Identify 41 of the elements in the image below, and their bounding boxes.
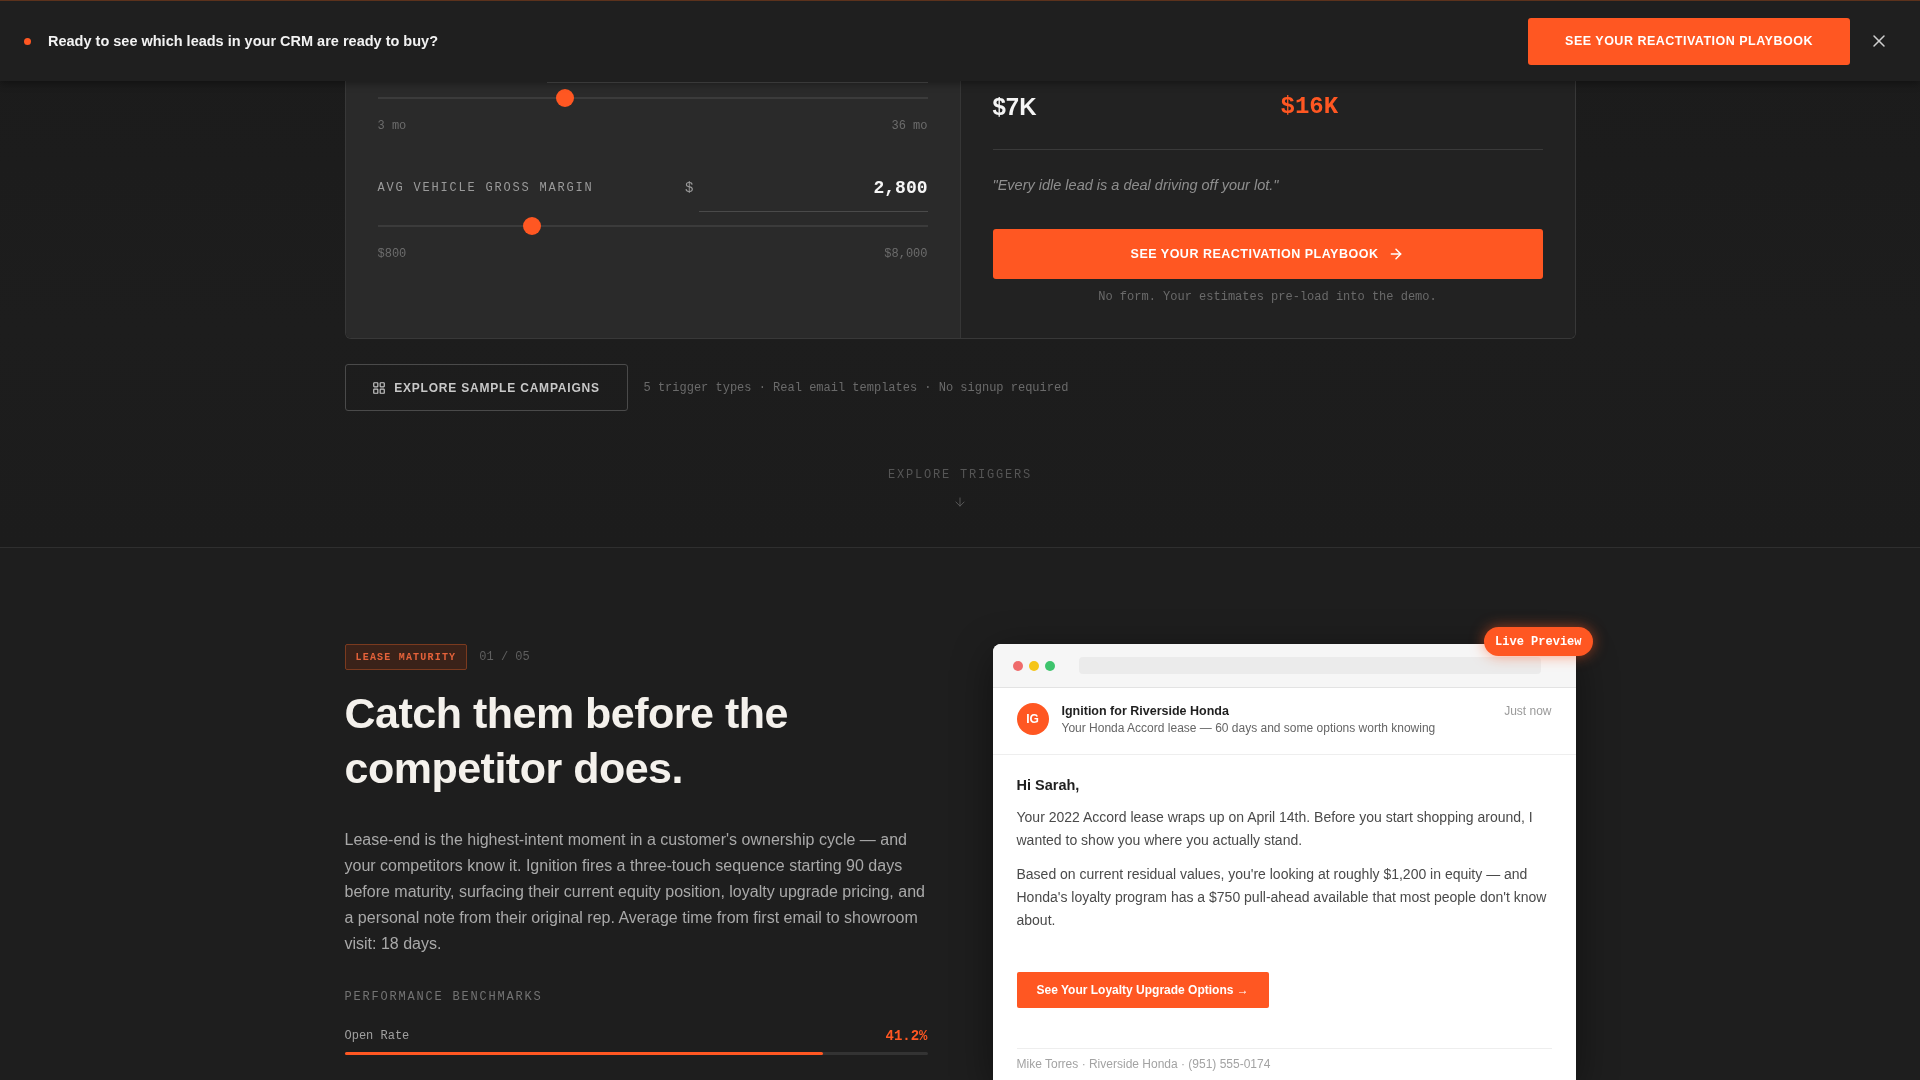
explore-caption: 5 trigger types · Real email templates · No signup required — [643, 380, 1069, 395]
email-paragraph: Based on current residual values, you're looking at roughly $1,200 in equity — and Honda's loyalty program has a $750 pull-ahead available that most people don't know about. — [1016, 865, 1548, 930]
explore-campaigns-button[interactable]: EXPLORE SAMPLE CAMPAIGNS — [344, 364, 628, 411]
slider-thumb[interactable] — [522, 217, 541, 235]
quote-text: "Every idle lead is a deal driving off your lot." — [992, 176, 1280, 195]
loyalty-options-button[interactable]: See Your Loyalty Upgrade Options → — [1016, 972, 1269, 1008]
scroll-hint-text: EXPLORE TRIGGERS — [888, 467, 1032, 483]
playbook-button[interactable]: SEE YOUR REACTIVATION PLAYBOOK — [992, 229, 1543, 279]
note-text: No form. Your estimates pre-load into the demo. — [1097, 289, 1438, 305]
email-greeting: Hi Sarah, — [1016, 776, 1081, 795]
section-description: Lease-end is the highest-intent moment in a customer's ownership cycle — and your competitors know it. Ignition fires a three-touch sequence starting 90 days before maturity, surfacing their current equity position, loyalty upgrade pricing, and a personal note from their original rep. Average time from first email to showroom visit: 18 days. — [344, 830, 926, 954]
range-max-label: 36 mo — [891, 118, 928, 134]
section-heading: Catch them before the competitor does. — [344, 688, 789, 794]
benchmarks-title: PERFORMANCE BENCHMARKS — [344, 989, 544, 1005]
result-value: $7K — [992, 93, 1037, 121]
range-min-label: 3 mo — [377, 118, 407, 134]
result-value: $16K — [1280, 93, 1339, 121]
range-min-label: $800 — [377, 246, 407, 262]
status-dot-icon — [24, 37, 31, 45]
playbook-button[interactable]: SEE YOUR REACTIVATION PLAYBOOK — [1528, 17, 1850, 65]
trigger-tag: LEASE MATURITY — [344, 644, 468, 670]
margin-input[interactable]: 2,800 — [698, 176, 928, 212]
field-label: AVG VEHICLE GROSS MARGIN — [377, 180, 595, 197]
email-paragraph: Your 2022 Accord lease wraps up on April 14th. Before you start shopping around, I wanted to show you where you actually stand. — [1016, 808, 1534, 850]
benchmark-value: 41.2% — [885, 1027, 928, 1045]
live-preview-badge: Live Preview — [1484, 627, 1593, 656]
slider-thumb[interactable] — [555, 89, 574, 107]
sender-avatar: IG — [1016, 703, 1049, 735]
grid-icon — [372, 380, 387, 395]
trigger-counter: 01 / 05 — [479, 650, 530, 664]
email-time: Just now — [1504, 703, 1552, 720]
email-signature: Mike Torres · Riverside Honda · (951) 555-0174 — [1016, 1056, 1272, 1072]
slider-track[interactable] — [377, 88, 928, 108]
benchmark-label: Open Rate — [344, 1028, 410, 1045]
range-max-label: $8,000 — [884, 246, 928, 262]
email-subject: Your Honda Accord lease — 60 days and some options worth knowing — [1061, 720, 1437, 737]
window-dots-icon — [1012, 660, 1055, 671]
currency-prefix: $ — [685, 179, 694, 198]
slider-track[interactable] — [377, 216, 928, 236]
sender-name: Ignition for Riverside Honda — [1061, 703, 1230, 720]
announcement-text: Ready to see which leads in your CRM are ready to buy? — [48, 33, 439, 49]
